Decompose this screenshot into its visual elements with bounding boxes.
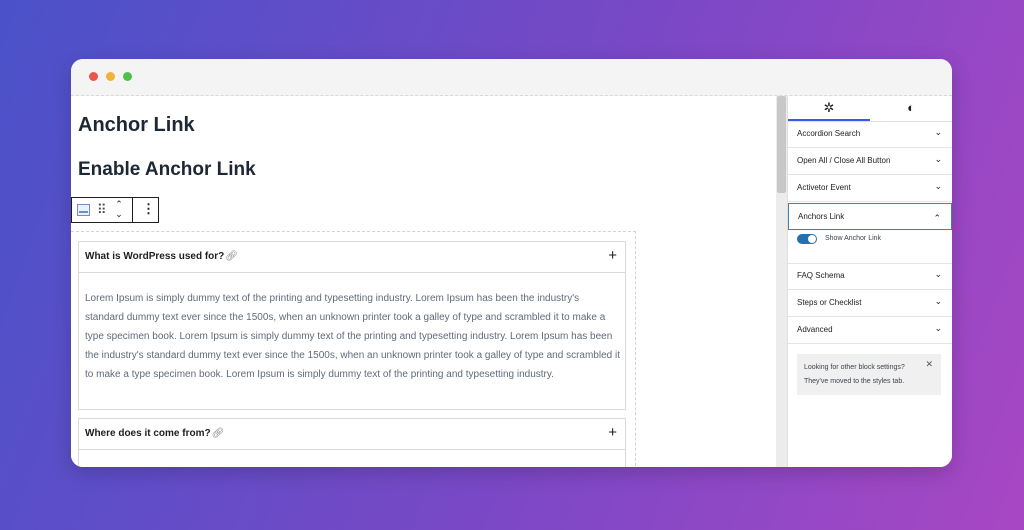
anchor-link-setting: Show Anchor Link xyxy=(788,230,952,264)
maximize-window-icon[interactable] xyxy=(123,72,132,81)
block-icon[interactable] xyxy=(77,204,90,216)
page-title[interactable]: Anchor Link xyxy=(78,114,195,137)
show-anchor-link-toggle[interactable] xyxy=(797,234,817,244)
panel-label: Accordion Search xyxy=(797,129,861,138)
accordion-item: Where does it come from?🔗︎ + xyxy=(78,418,626,467)
toggle-label: Show Anchor Link xyxy=(825,235,882,242)
accordion-header[interactable]: What is WordPress used for?🔗︎ + xyxy=(79,242,625,273)
notice-text: Looking for other block settings? They'v… xyxy=(804,364,905,385)
section-heading[interactable]: Enable Anchor Link xyxy=(78,159,256,181)
chevron-down-icon: ⌄ xyxy=(934,154,942,164)
plus-icon[interactable]: + xyxy=(608,424,617,442)
panel-advanced[interactable]: Advanced ⌄ xyxy=(788,317,952,344)
toolbar-divider xyxy=(132,198,133,222)
close-icon[interactable]: ✕ xyxy=(925,359,933,370)
move-up-down-icon[interactable]: ⌃ ⌄ xyxy=(112,199,126,221)
block-toolbar: ⠿ ⌃ ⌄ ⋮ xyxy=(71,197,159,223)
chevron-down-icon: ⌄ xyxy=(934,181,942,191)
more-vertical-icon[interactable]: ⋮ xyxy=(142,201,155,217)
close-window-icon[interactable] xyxy=(89,72,98,81)
panel-accordion-search[interactable]: Accordion Search ⌄ xyxy=(788,121,952,148)
panel-label: Activetor Event xyxy=(797,183,851,192)
gear-icon[interactable]: ✲ xyxy=(788,96,870,121)
toggle-knob xyxy=(808,235,816,243)
accordion-content: Lorem Ipsum is simply dummy text of the … xyxy=(85,293,620,380)
chevron-down-icon: ⌄ xyxy=(934,323,942,333)
drag-handle-icon[interactable]: ⠿ xyxy=(97,202,106,218)
accordion-header[interactable]: Where does it come from?🔗︎ + xyxy=(79,419,625,450)
contrast-icon[interactable]: ◐ xyxy=(870,96,952,121)
accordion-title: Where does it come from? xyxy=(85,428,211,439)
link-icon[interactable]: 🔗︎ xyxy=(212,428,225,439)
panel-label: FAQ Schema xyxy=(797,271,845,280)
panel-open-close-all[interactable]: Open All / Close All Button ⌄ xyxy=(788,148,952,175)
accordion-item: What is WordPress used for?🔗︎ + Lorem Ip… xyxy=(78,241,626,410)
editor-scrollbar[interactable] xyxy=(776,96,787,467)
minimize-window-icon[interactable] xyxy=(106,72,115,81)
link-icon[interactable]: 🔗︎ xyxy=(225,251,238,262)
settings-moved-notice: Looking for other block settings? They'v… xyxy=(797,354,941,395)
panel-label: Advanced xyxy=(797,325,833,334)
chevron-down-icon: ⌄ xyxy=(934,269,942,279)
panel-label: Open All / Close All Button xyxy=(797,156,891,165)
panel-activetor-event[interactable]: Activetor Event ⌄ xyxy=(788,175,952,202)
panel-anchors-link[interactable]: Anchors Link ⌃ xyxy=(788,203,952,230)
editor-canvas: Anchor Link Enable Anchor Link ⠿ ⌃ ⌄ ⋮ Wh… xyxy=(71,96,776,467)
panel-faq-schema[interactable]: FAQ Schema ⌄ xyxy=(788,263,952,290)
chevron-down-icon: ⌄ xyxy=(934,296,942,306)
settings-sidebar: ✲ ◐ Accordion Search ⌄ Open All / Close … xyxy=(787,96,952,467)
sidebar-tabs: ✲ ◐ xyxy=(788,96,952,122)
panel-label: Steps or Checklist xyxy=(797,298,862,307)
accordion-title: What is WordPress used for? xyxy=(85,251,225,262)
chevron-down-icon: ⌄ xyxy=(934,127,942,137)
scrollbar-thumb[interactable] xyxy=(777,96,786,193)
plus-icon[interactable]: + xyxy=(608,247,617,265)
panel-label: Anchors Link xyxy=(798,212,845,221)
chevron-up-icon: ⌃ xyxy=(933,213,941,223)
panel-steps-checklist[interactable]: Steps or Checklist ⌄ xyxy=(788,290,952,317)
window-titlebar xyxy=(71,59,952,96)
app-window: Anchor Link Enable Anchor Link ⠿ ⌃ ⌄ ⋮ Wh… xyxy=(71,59,952,467)
